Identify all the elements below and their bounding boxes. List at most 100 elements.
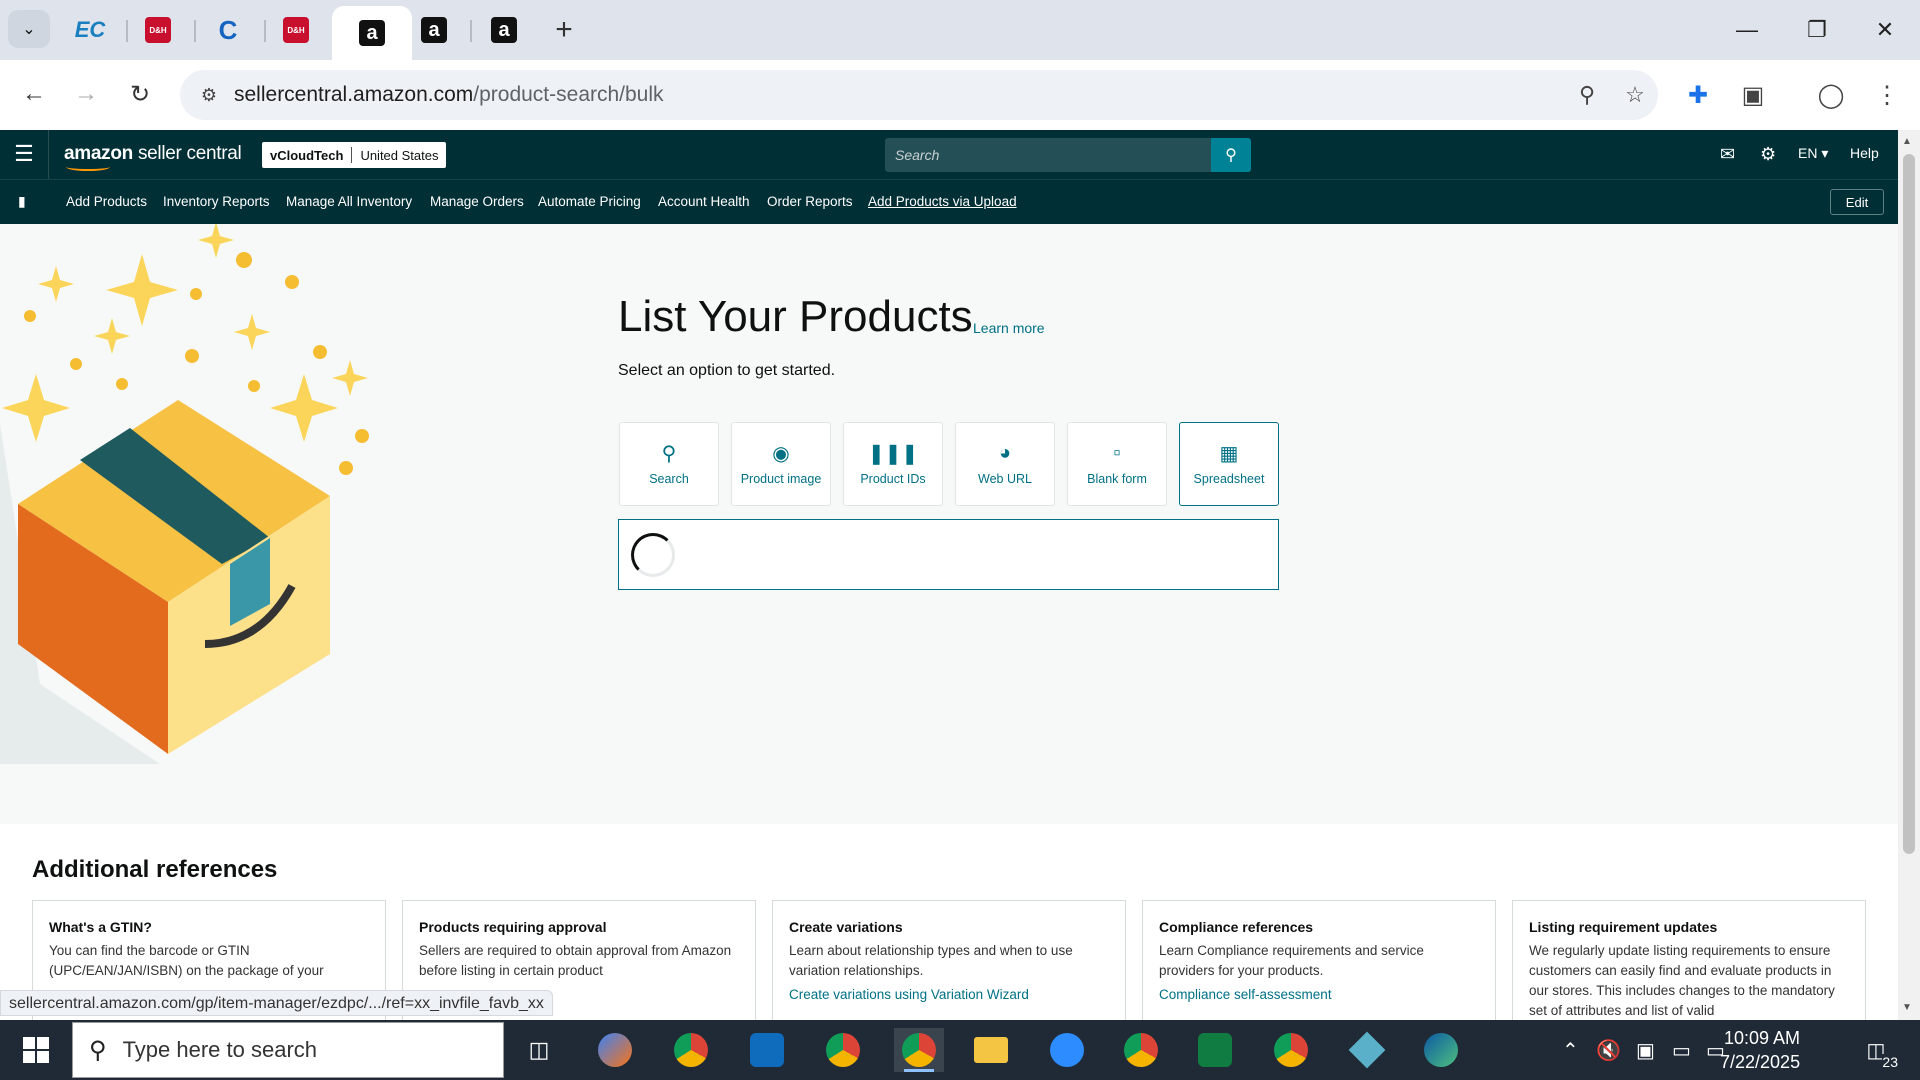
close-window-icon[interactable]: ✕ — [1862, 8, 1908, 52]
address-url[interactable]: sellercentral.amazon.com/product-search/… — [234, 83, 664, 107]
barcode-icon: ❚❚❚ — [867, 442, 919, 465]
browser-menu-icon[interactable]: ⋮ — [1868, 76, 1906, 114]
extension-app-icon[interactable]: ✚ — [1679, 76, 1717, 114]
card-body: You can find the barcode or GTIN (UPC/EA… — [49, 943, 324, 978]
amazon-smile-icon — [66, 163, 110, 171]
amazon-favicon-icon: a — [491, 17, 517, 43]
compliance-self-assessment-link[interactable]: Compliance self-assessment — [1159, 985, 1479, 1005]
browser-tab[interactable]: C — [194, 10, 262, 50]
browser-tab[interactable]: a — [470, 10, 538, 50]
new-tab-icon[interactable]: + — [546, 12, 582, 48]
restore-icon[interactable]: ❐ — [1794, 8, 1840, 52]
loading-spinner-icon — [631, 533, 675, 577]
amazon-favicon-icon: a — [421, 17, 447, 43]
seller-central-nav: ▮ Add Products Inventory Reports Manage … — [0, 179, 1898, 224]
browser-tab[interactable]: EC — [56, 10, 124, 50]
globe-icon: ◕ — [998, 441, 1012, 464]
notification-count-badge: 23 — [1882, 1054, 1898, 1070]
battery-icon[interactable]: ▭ — [1672, 1038, 1691, 1063]
zoom-app-icon[interactable] — [1042, 1028, 1092, 1072]
page-subtitle: Select an option to get started. — [618, 362, 836, 379]
option-label: Product image — [740, 472, 822, 486]
tray-chevron-icon[interactable]: ⌃ — [1562, 1038, 1579, 1063]
windows-start-icon[interactable] — [14, 1034, 58, 1066]
browser-tab[interactable]: D&H — [124, 10, 192, 50]
reference-card: Listing requirement updates We regularly… — [1512, 900, 1866, 1030]
chrome-profile-icon[interactable] — [1266, 1028, 1316, 1072]
card-title: Compliance references — [1159, 919, 1314, 935]
scroll-down-icon[interactable]: ▼ — [1902, 1002, 1912, 1013]
browser-tab[interactable]: a — [400, 10, 468, 50]
nav-automate-pricing[interactable]: Automate Pricing — [538, 194, 641, 209]
profile-icon[interactable]: ◯ — [1812, 76, 1850, 114]
minimize-icon[interactable]: — — [1724, 8, 1770, 52]
nav-manage-orders[interactable]: Manage Orders — [430, 194, 524, 209]
extensions-puzzle-icon[interactable]: ▣ — [1734, 76, 1772, 114]
edge-icon[interactable] — [1416, 1028, 1466, 1072]
option-label: Spreadsheet — [1193, 472, 1265, 486]
site-info-icon[interactable]: ⚙ — [194, 80, 224, 110]
option-web-url[interactable]: ◕ Web URL — [955, 422, 1055, 506]
browser-tab[interactable]: D&H — [262, 10, 330, 50]
scroll-up-icon[interactable]: ▲ — [1902, 136, 1912, 147]
meet-now-icon[interactable]: ▣ — [1636, 1038, 1655, 1063]
dh-favicon-icon: D&H — [145, 17, 171, 43]
option-search[interactable]: ⚲ Search — [619, 422, 719, 506]
windows-taskbar: ⚲ Type here to search ◫ ⌃ 🔇 ▣ ▭ ▭ 10:09 … — [0, 1020, 1920, 1080]
address-bar[interactable]: ⚙ sellercentral.amazon.com/product-searc… — [180, 70, 1658, 120]
nav-add-products-via-upload[interactable]: Add Products via Upload — [868, 194, 1017, 209]
option-label: Blank form — [1087, 472, 1147, 486]
hamburger-menu-icon[interactable]: ☰ — [10, 140, 38, 168]
taskbar-clock[interactable]: 10:09 AM 7/22/2025 — [1720, 1026, 1800, 1074]
copilot-icon[interactable] — [590, 1028, 640, 1072]
learn-more-link[interactable]: Learn more — [973, 320, 1045, 336]
task-view-icon[interactable]: ◫ — [514, 1028, 564, 1072]
nav-account-health[interactable]: Account Health — [658, 194, 750, 209]
bookmark-star-icon[interactable]: ☆ — [1620, 80, 1650, 110]
card-title: What's a GTIN? — [49, 919, 152, 935]
chrome-profile-icon[interactable] — [818, 1028, 868, 1072]
option-blank-form[interactable]: ▫ Blank form — [1067, 422, 1167, 506]
notification-center-icon[interactable]: ◫ 23 — [1856, 1032, 1898, 1070]
create-variations-link[interactable]: Create variations using Variation Wizard — [789, 985, 1109, 1005]
reload-icon[interactable]: ↻ — [120, 74, 160, 114]
nav-order-reports[interactable]: Order Reports — [767, 194, 853, 209]
scrollbar-thumb[interactable] — [1903, 154, 1915, 854]
page-scrollbar[interactable]: ▲ ▼ — [1898, 130, 1920, 1020]
zoom-icon[interactable]: ⚲ — [1572, 80, 1602, 110]
outlook-icon[interactable] — [742, 1028, 792, 1072]
excel-icon[interactable] — [1190, 1028, 1240, 1072]
seller-central-logo[interactable]: amazon seller central — [64, 143, 242, 171]
forward-icon[interactable]: → — [66, 74, 106, 114]
tab-search-button[interactable]: ⌄ — [8, 10, 50, 48]
option-product-ids[interactable]: ❚❚❚ Product IDs — [843, 422, 943, 506]
search-icon[interactable]: ⚲ — [1211, 138, 1251, 172]
help-link[interactable]: Help — [1850, 145, 1879, 161]
nav-add-products[interactable]: Add Products — [66, 194, 147, 209]
additional-references-title: Additional references — [32, 856, 278, 883]
nav-manage-all-inventory[interactable]: Manage All Inventory — [286, 194, 412, 209]
spreadsheet-icon: ▦ — [1219, 442, 1239, 465]
account-switcher[interactable]: vCloudTech United States — [262, 142, 447, 168]
taskbar-search[interactable]: ⚲ Type here to search — [72, 1022, 504, 1078]
hero-box-illustration — [0, 224, 369, 764]
header-search[interactable]: Search ⚲ — [885, 138, 1251, 172]
bookmark-icon[interactable]: ▮ — [18, 193, 26, 210]
mail-icon[interactable]: ✉ — [1720, 142, 1735, 166]
settings-gear-icon[interactable]: ⚙ — [1760, 142, 1776, 166]
header-search-input[interactable]: Search — [895, 147, 939, 163]
document-icon: ▫ — [1113, 441, 1121, 464]
file-explorer-icon[interactable] — [966, 1028, 1016, 1072]
option-product-image[interactable]: ◉ Product image — [731, 422, 831, 506]
chrome-icon[interactable] — [1116, 1028, 1166, 1072]
edit-nav-button[interactable]: Edit — [1830, 189, 1884, 215]
nav-inventory-reports[interactable]: Inventory Reports — [163, 194, 270, 209]
chrome-active-icon[interactable] — [894, 1028, 944, 1072]
app-diamond-icon[interactable] — [1342, 1028, 1392, 1072]
option-spreadsheet[interactable]: ▦ Spreadsheet — [1179, 422, 1279, 506]
taskbar-search-input[interactable]: Type here to search — [123, 1037, 317, 1063]
back-icon[interactable]: ← — [14, 74, 54, 114]
language-selector[interactable]: EN ▾ — [1798, 145, 1828, 162]
volume-muted-icon[interactable]: 🔇 — [1596, 1038, 1621, 1063]
chrome-profile-icon[interactable] — [666, 1028, 716, 1072]
